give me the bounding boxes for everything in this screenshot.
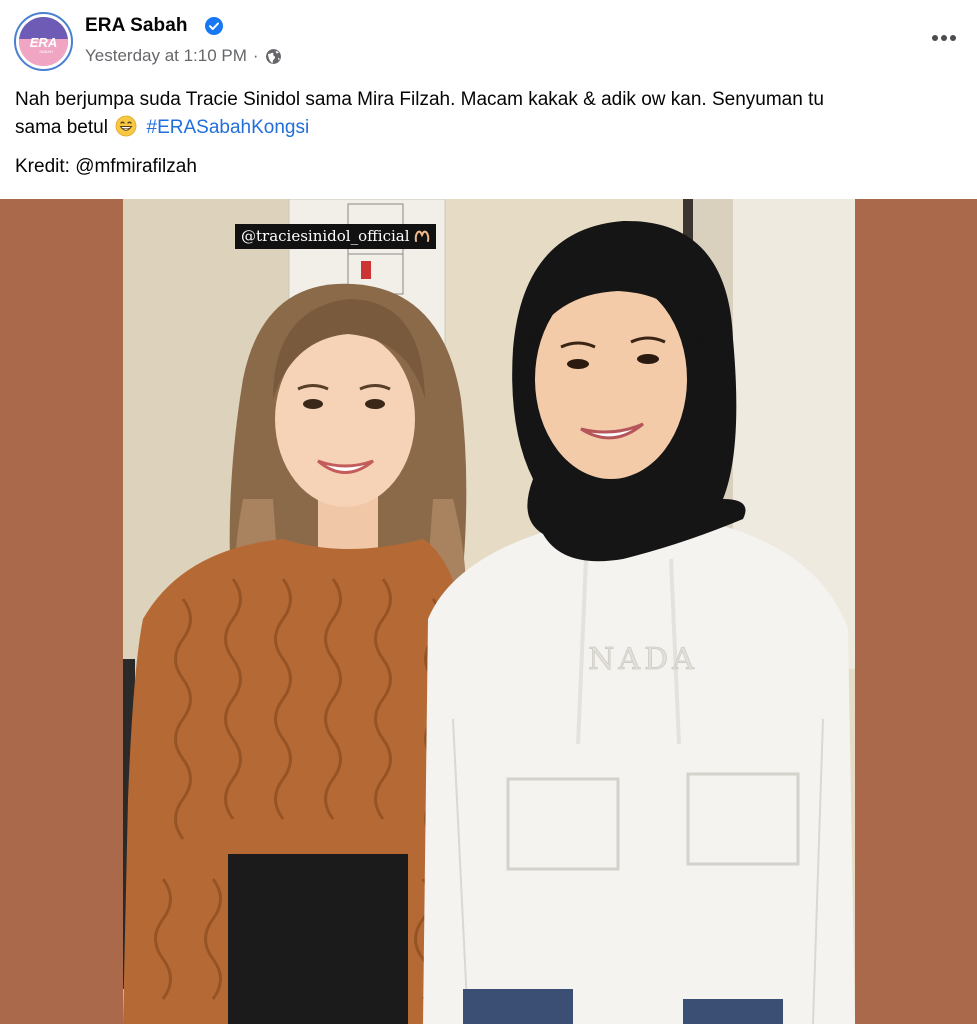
post-meta: Yesterday at 1:10 PM · <box>85 46 282 66</box>
globe-icon[interactable] <box>265 48 282 65</box>
heart-hands-icon <box>414 230 429 242</box>
page-name-link[interactable]: ERA Sabah <box>85 15 188 37</box>
photo-illustration: NADA <box>123 199 855 1024</box>
more-options-button[interactable] <box>924 22 964 54</box>
instagram-tag-text: @traciesinidol_official <box>241 227 410 245</box>
era-sabah-logo: ERA SABAH <box>19 17 68 66</box>
hashtag-link[interactable]: #ERASabahKongsi <box>147 117 310 138</box>
post-photo[interactable]: NADA @traciesinidol_official <box>123 199 855 1024</box>
instagram-tag: @traciesinidol_official <box>235 224 436 249</box>
timestamp-link[interactable]: Yesterday at 1:10 PM <box>85 46 247 66</box>
avatar-sub-text: SABAH <box>39 49 53 54</box>
more-options-icon <box>932 35 956 41</box>
page-avatar[interactable]: ERA SABAH <box>14 12 73 71</box>
avatar-logo-text: ERA <box>30 35 57 50</box>
post-credit: Kredit: @mfmirafilzah <box>15 156 197 177</box>
post-text-line-1: Nah berjumpa suda Tracie Sinidol sama Mi… <box>15 89 824 110</box>
grinning-face-icon <box>115 115 137 137</box>
post-text-line-2: sama betul #ERASabahKongsi <box>15 114 965 142</box>
post-header: ERA SABAH ERA Sabah Yesterday at 1:10 PM… <box>14 12 964 72</box>
post-text-line-2-prefix: sama betul <box>15 117 108 138</box>
verified-badge-icon <box>205 17 223 35</box>
facebook-post: ERA SABAH ERA Sabah Yesterday at 1:10 PM… <box>0 0 977 1024</box>
post-message: Nah berjumpa suda Tracie Sinidol sama Mi… <box>15 86 965 142</box>
hoodie-text: NADA <box>588 642 698 677</box>
post-photo-frame[interactable]: NADA @traciesinidol_official <box>0 199 977 1024</box>
meta-separator: · <box>252 46 259 65</box>
